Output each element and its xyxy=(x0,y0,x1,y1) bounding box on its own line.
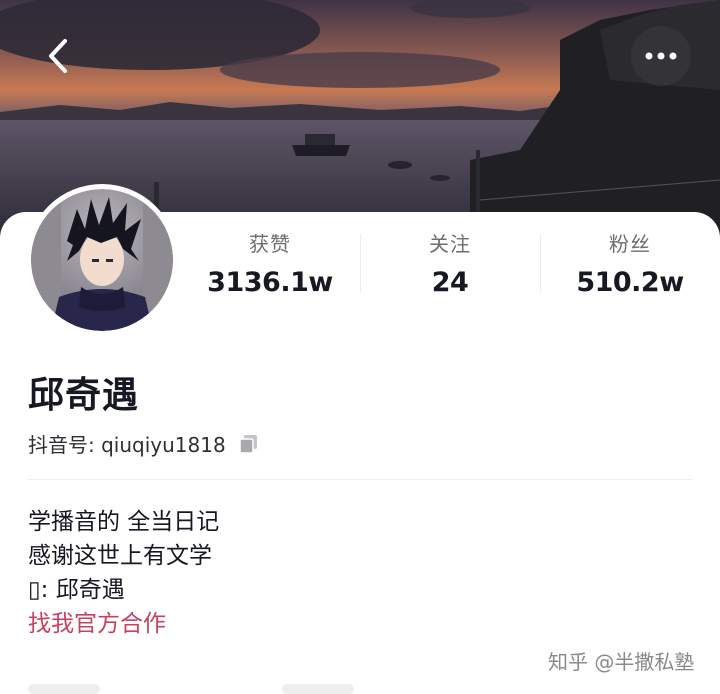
chevron-left-icon xyxy=(49,39,67,73)
douyin-id: 抖音号: qiuqiyu1818 xyxy=(28,433,226,457)
douyin-id-row: 抖音号: qiuqiyu1818 xyxy=(28,429,260,458)
stat-followers-label: 粉丝 xyxy=(609,232,651,256)
bio: 学播音的 全当日记 感谢这世上有文学 ▯: 邱奇遇 找我官方合作 xyxy=(28,505,219,641)
stat-followers-value: 510.2w xyxy=(576,267,684,298)
bio-line: 感谢这世上有文学 xyxy=(28,543,212,569)
stats-divider xyxy=(360,234,361,292)
avatar[interactable] xyxy=(26,184,178,336)
business-contact-link[interactable]: 找我官方合作 xyxy=(28,607,219,641)
profile-name: 邱奇遇 xyxy=(28,375,140,416)
more-button[interactable] xyxy=(631,26,691,86)
stat-following[interactable]: 关注 24 xyxy=(365,228,535,298)
bio-line: ▯: 邱奇遇 xyxy=(28,577,125,603)
more-horizontal-icon xyxy=(645,52,677,60)
stat-likes-label: 获赞 xyxy=(249,232,291,256)
stat-following-label: 关注 xyxy=(429,232,471,256)
copy-icon[interactable] xyxy=(238,433,260,455)
back-button[interactable] xyxy=(36,34,80,78)
stat-likes[interactable]: 获赞 3136.1w xyxy=(185,228,355,298)
stat-likes-value: 3136.1w xyxy=(207,267,333,298)
action-button-partial[interactable] xyxy=(28,684,100,694)
bio-line: 学播音的 全当日记 xyxy=(28,509,220,535)
section-divider xyxy=(28,479,692,480)
stats-divider xyxy=(540,234,541,292)
stat-followers[interactable]: 粉丝 510.2w xyxy=(545,228,715,298)
stat-following-value: 24 xyxy=(431,267,469,298)
watermark: 知乎 @半撒私塾 xyxy=(548,650,695,674)
action-button-partial[interactable] xyxy=(282,684,354,694)
